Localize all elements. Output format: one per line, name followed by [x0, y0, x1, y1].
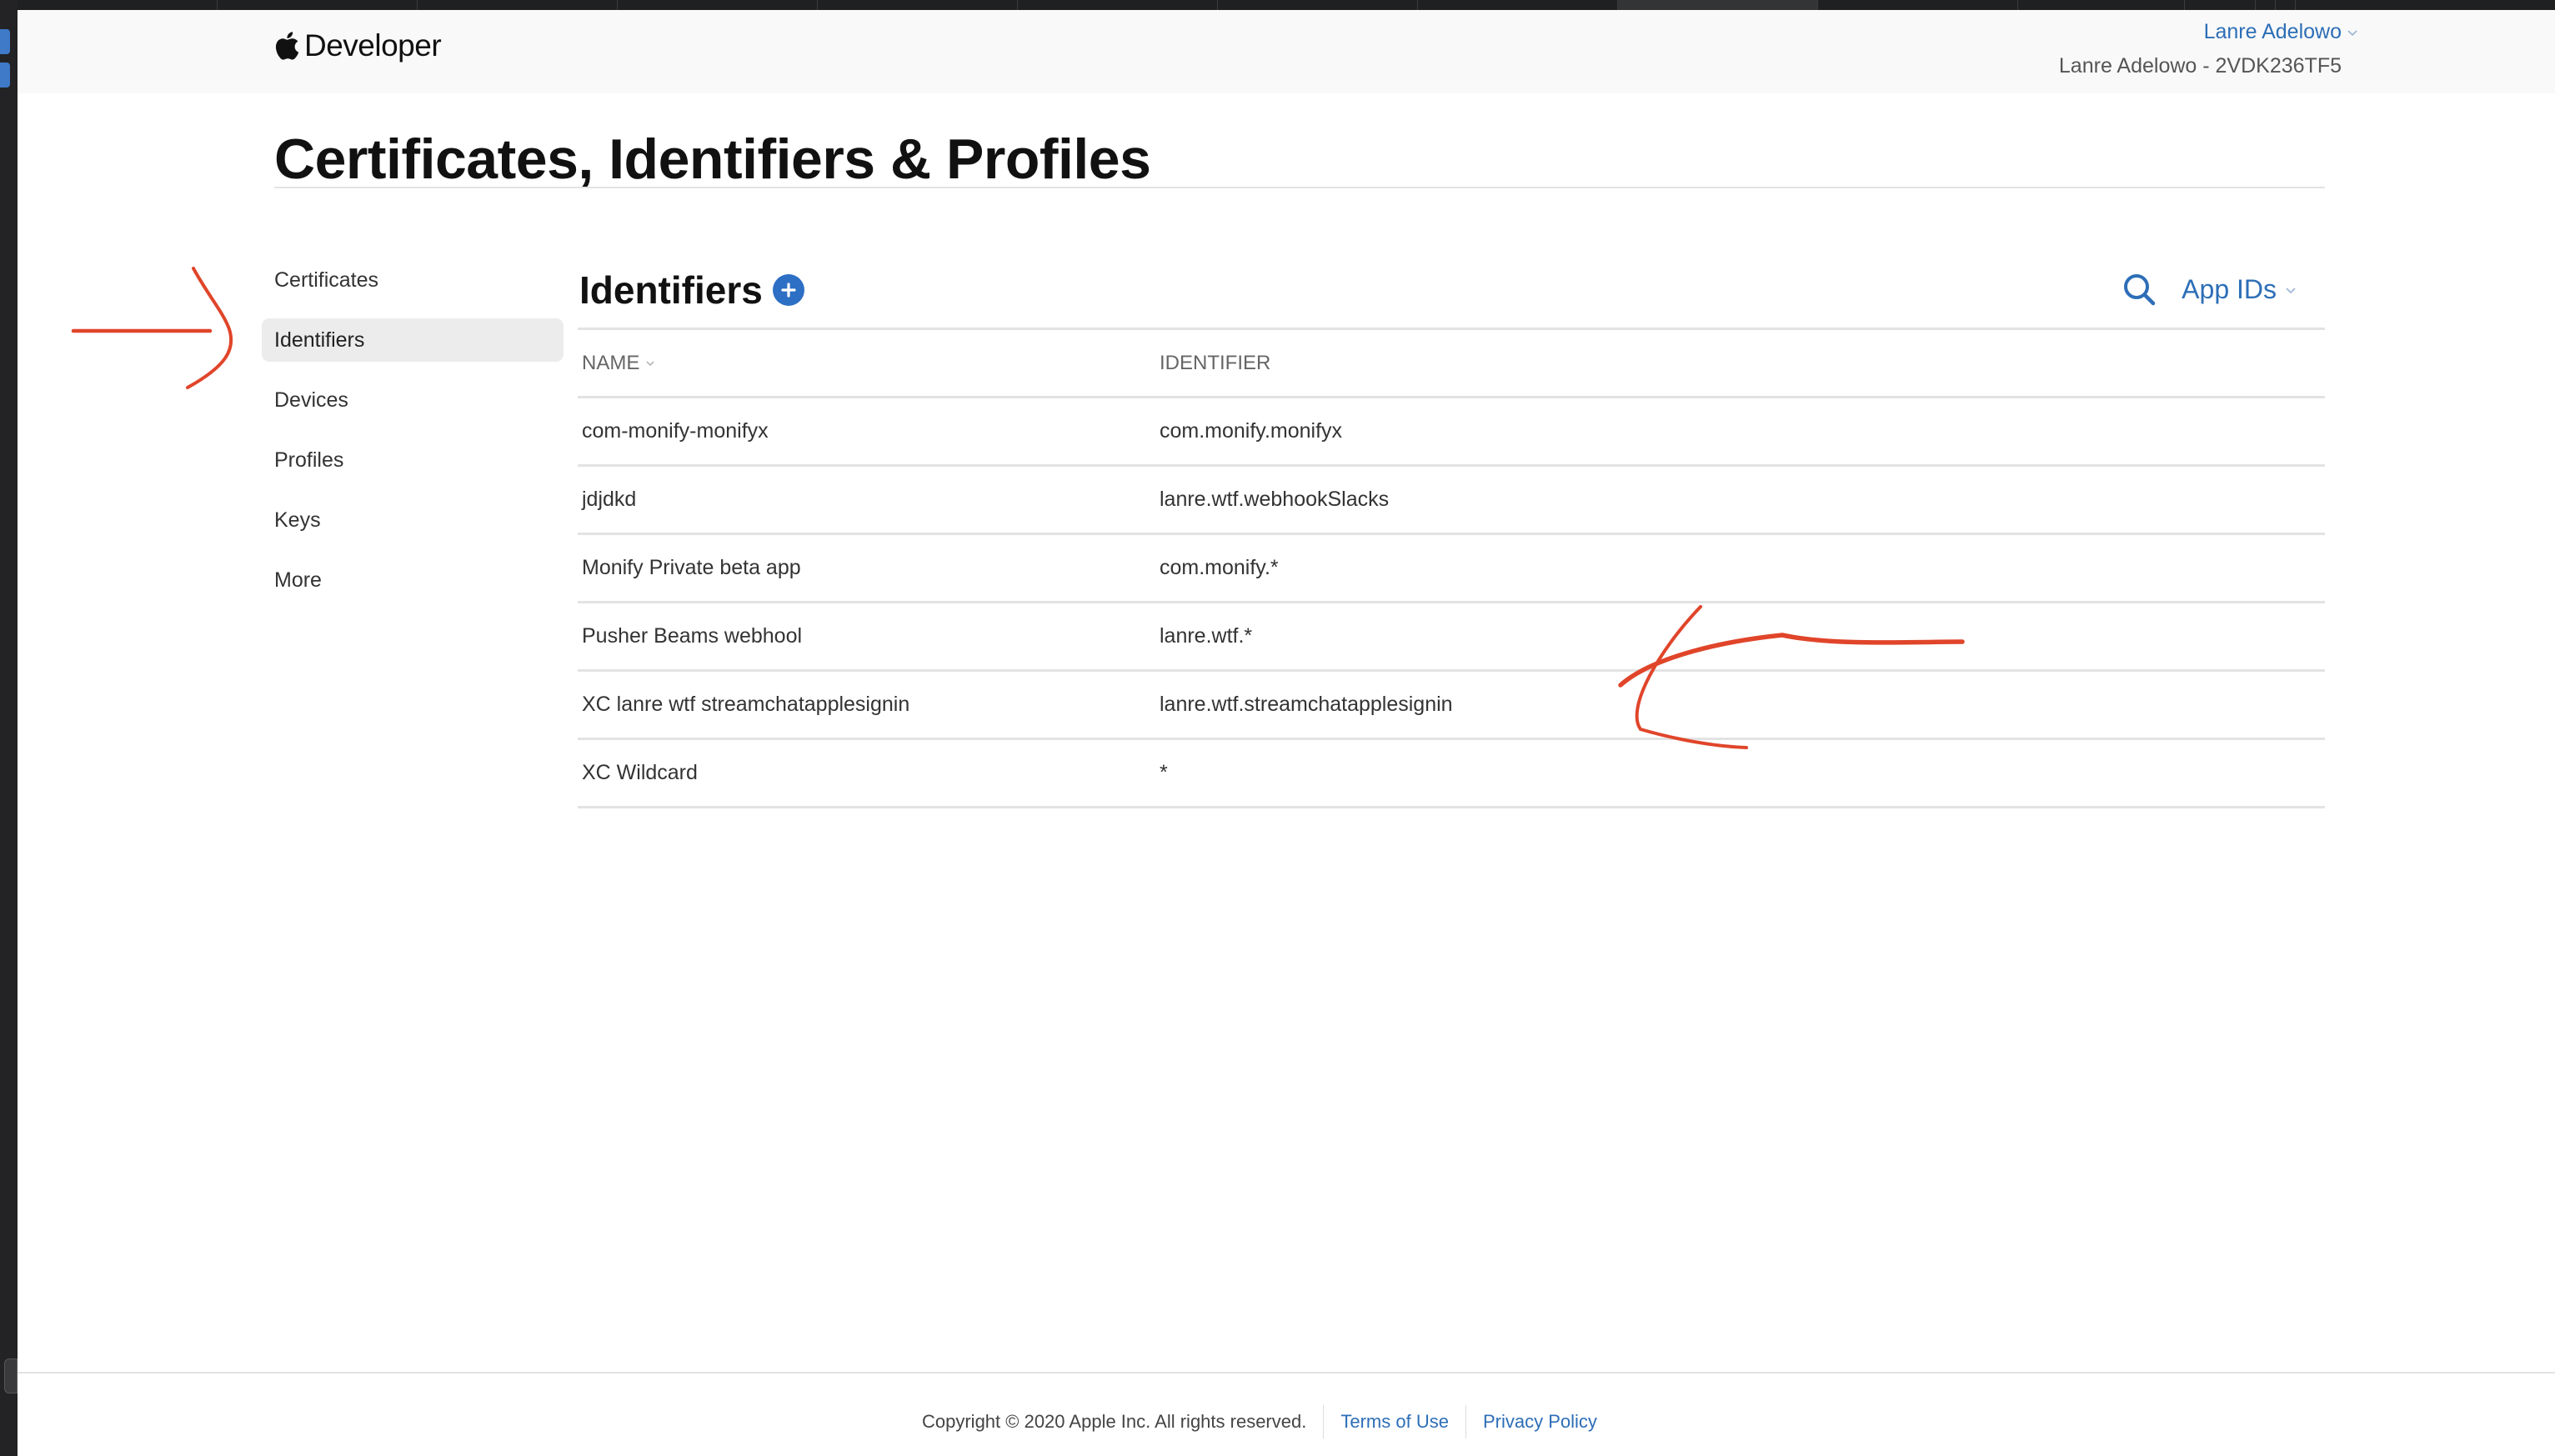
- table-row[interactable]: jdjdkd lanre.wtf.webhookSlacks: [578, 467, 2325, 535]
- footer: Copyright © 2020 Apple Inc. All rights r…: [18, 1372, 2555, 1456]
- divider: [274, 187, 2325, 188]
- account-menu: Lanre Adelowo Lanre Adelowo - 2VDK236TF5: [2059, 20, 2358, 78]
- browser-tab[interactable]: [818, 0, 1018, 10]
- global-nav: Developer Lanre Adelowo Lanre Adelowo - …: [18, 10, 2555, 93]
- footer-content: Copyright © 2020 Apple Inc. All rights r…: [922, 1405, 1614, 1438]
- cell-name: com-monify-monifyx: [582, 419, 769, 443]
- team-label: Lanre Adelowo - 2VDK236TF5: [2058, 54, 2342, 78]
- cell-name: XC lanre wtf streamchatapplesignin: [582, 693, 910, 716]
- terms-of-use-link[interactable]: Terms of Use: [1323, 1405, 1465, 1438]
- section-title-wrap: Identifiers: [578, 268, 804, 313]
- sidebar-item-more[interactable]: More: [262, 558, 564, 602]
- plus-icon: [781, 282, 796, 298]
- apple-logo-icon: [275, 32, 299, 60]
- section-tools: App IDs: [2122, 272, 2325, 308]
- browser-tab[interactable]: [218, 0, 418, 10]
- column-header-name[interactable]: NAME: [578, 352, 1160, 375]
- cell-identifier: *: [1160, 761, 1168, 784]
- table-row[interactable]: com-monify-monifyx com.monify.monifyx: [578, 398, 2325, 467]
- cell-name: Pusher Beams webhool: [582, 624, 803, 648]
- app-ids-filter-dropdown[interactable]: App IDs: [2182, 274, 2297, 305]
- main-content: Identifiers App IDs NAME IDENTIFIER com-…: [578, 252, 2325, 808]
- sidebar-item-keys[interactable]: Keys: [262, 498, 564, 542]
- browser-tab[interactable]: [18, 0, 218, 10]
- table-header-row: NAME IDENTIFIER: [578, 330, 2325, 398]
- sidebar-nav: Certificates Identifiers Devices Profile…: [262, 258, 564, 618]
- dock-button[interactable]: [4, 1358, 18, 1393]
- web-page: Developer Lanre Adelowo Lanre Adelowo - …: [18, 10, 2555, 1456]
- table-row[interactable]: Monify Private beta app com.monify.*: [578, 535, 2325, 603]
- sidebar-item-identifiers[interactable]: Identifiers: [262, 318, 564, 362]
- browser-tab-strip: [18, 0, 2555, 10]
- cell-identifier: lanre.wtf.streamchatapplesignin: [1160, 693, 1453, 716]
- browser-tab[interactable]: [1018, 0, 1218, 10]
- browser-tab[interactable]: [2256, 0, 2276, 10]
- table-row[interactable]: Pusher Beams webhool lanre.wtf.*: [578, 603, 2325, 672]
- sidebar-item-profiles[interactable]: Profiles: [262, 438, 564, 482]
- privacy-policy-link[interactable]: Privacy Policy: [1465, 1405, 1614, 1438]
- section-header: Identifiers App IDs: [578, 252, 2325, 330]
- browser-tab[interactable]: [418, 0, 618, 10]
- cell-identifier: lanre.wtf.*: [1160, 624, 1253, 648]
- brand-label: Developer: [304, 28, 442, 63]
- search-icon[interactable]: [2122, 272, 2158, 308]
- browser-tab[interactable]: [1418, 0, 1618, 10]
- os-dock: [0, 0, 18, 1456]
- browser-tab[interactable]: [2276, 0, 2296, 10]
- account-name-label: Lanre Adelowo: [2203, 20, 2342, 43]
- file-icon[interactable]: [0, 29, 10, 54]
- file-icon[interactable]: [0, 63, 10, 88]
- cell-name: jdjdkd: [582, 488, 637, 511]
- chevron-down-icon: [2347, 29, 2357, 36]
- account-dropdown[interactable]: Lanre Adelowo: [2059, 20, 2358, 44]
- column-header-identifier[interactable]: IDENTIFIER: [1160, 352, 2325, 375]
- browser-tab[interactable]: [1818, 0, 2018, 10]
- browser-tab-active[interactable]: [1618, 0, 1818, 10]
- browser-tab[interactable]: [1218, 0, 1418, 10]
- filter-label: App IDs: [2182, 274, 2277, 304]
- identifiers-table: NAME IDENTIFIER com-monify-monifyx com.m…: [578, 330, 2325, 808]
- add-identifier-button[interactable]: [772, 273, 804, 306]
- sidebar-item-certificates[interactable]: Certificates: [262, 258, 564, 302]
- sidebar-item-devices[interactable]: Devices: [262, 378, 564, 422]
- section-title: Identifiers: [579, 268, 763, 312]
- cell-identifier: com.monify.monifyx: [1160, 419, 1343, 443]
- cell-identifier: com.monify.*: [1160, 556, 1279, 579]
- table-row[interactable]: XC Wildcard *: [578, 740, 2325, 808]
- column-header-label: NAME: [582, 351, 640, 374]
- chevron-down-icon: [2286, 287, 2296, 293]
- sort-chevron-icon: [646, 361, 654, 366]
- browser-tab[interactable]: [618, 0, 818, 10]
- table-row[interactable]: XC lanre wtf streamchatapplesignin lanre…: [578, 672, 2325, 740]
- cell-name: Monify Private beta app: [582, 556, 801, 579]
- browser-tab[interactable]: [2018, 0, 2185, 10]
- copyright-text: Copyright © 2020 Apple Inc. All rights r…: [922, 1411, 1307, 1432]
- developer-logo[interactable]: Developer: [274, 28, 442, 63]
- cell-identifier: lanre.wtf.webhookSlacks: [1160, 488, 1390, 511]
- page-title: Certificates, Identifiers & Profiles: [274, 128, 1151, 191]
- cell-name: XC Wildcard: [582, 761, 698, 784]
- browser-tab[interactable]: [2185, 0, 2256, 10]
